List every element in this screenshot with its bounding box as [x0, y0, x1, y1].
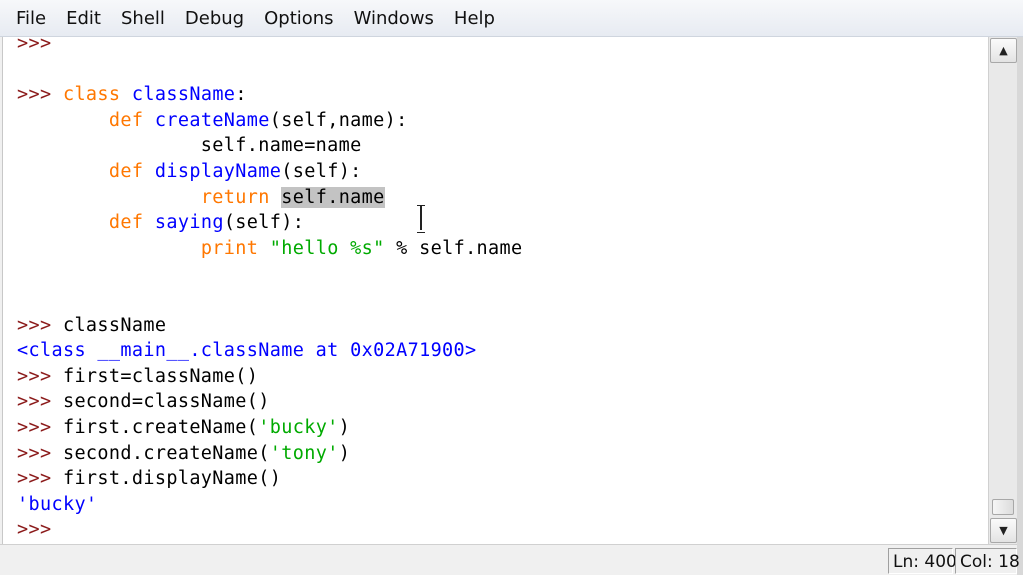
code-token: className [131, 84, 236, 106]
prompt-text: >>> [17, 314, 63, 336]
code-token: saying [154, 212, 224, 234]
menu-edit[interactable]: Edit [56, 0, 111, 37]
code-token: return [200, 186, 270, 208]
prompt-text: >>> [17, 519, 52, 541]
code-token: displayName [154, 160, 282, 182]
shell-text-area[interactable]: >>> >>> class className: def createName(… [2, 37, 988, 544]
shell-line: return self.name [17, 185, 523, 211]
prompt-text: >>> [17, 468, 63, 490]
shell-line: >>> className [17, 313, 523, 339]
shell-line: >>> [17, 517, 523, 543]
shell-line: >>> [17, 37, 523, 57]
code-token: "hello %s" [269, 237, 385, 259]
line-number: Ln: 400 [888, 548, 957, 574]
code-token: 'bucky' [258, 416, 339, 438]
menu-shell[interactable]: Shell [111, 0, 175, 37]
code-token: first=className() [62, 365, 259, 387]
shell-line: self.name=name [17, 133, 523, 159]
arrow-up-icon: ▲ [999, 44, 1008, 57]
menu-file[interactable]: File [6, 0, 56, 37]
shell-line: >>> first=className() [17, 364, 523, 390]
shell-line: >>> second=className() [17, 389, 523, 415]
prompt-text: >>> [17, 442, 63, 464]
code-token: self.name [281, 186, 385, 208]
code-token: def [108, 212, 144, 234]
shell-line: <class __main__.className at 0x02A71900> [17, 338, 523, 364]
shell-line: >>> class className: [17, 82, 523, 108]
shell-line: 'bucky' [17, 492, 523, 518]
prompt-text: >>> [17, 37, 52, 54]
column-number: Col: 18 [955, 548, 1020, 574]
code-token: % self.name [384, 237, 523, 259]
status-bar: Ln: 400 Col: 18 [0, 544, 1020, 575]
prompt-text: >>> [17, 416, 63, 438]
menu-debug[interactable]: Debug [175, 0, 254, 37]
code-token: 'bucky' [17, 493, 98, 515]
shell-line: >>> first.displayName() [17, 466, 523, 492]
shell-line: >>> second.createName('tony') [17, 441, 523, 467]
idle-shell-window: File Edit Shell Debug Options Windows He… [0, 0, 1023, 575]
prompt-text: >>> [17, 365, 63, 387]
code-token: (self): [281, 160, 362, 182]
arrow-down-icon: ▼ [999, 524, 1008, 537]
menu-bar: File Edit Shell Debug Options Windows He… [0, 0, 1023, 37]
code-token: def [108, 109, 144, 131]
code-token: : [235, 84, 247, 106]
code-token: first.createName( [62, 416, 259, 438]
code-token: 'tony' [269, 442, 339, 464]
shell-line: >>> first.createName('bucky') [17, 415, 523, 441]
code-token: first.displayName() [62, 468, 282, 490]
shell-line: def saying(self): [17, 210, 523, 236]
code-token: className [62, 314, 167, 336]
code-token: self.name=name [17, 135, 362, 157]
menu-options[interactable]: Options [254, 0, 343, 37]
code-token: second=className() [62, 391, 270, 413]
code-token: second.createName( [62, 442, 270, 464]
code-token: (self): [223, 212, 305, 234]
shell-code: >>> >>> class className: def createName(… [17, 37, 523, 543]
window-edge [1017, 37, 1023, 575]
scroll-thumb[interactable] [992, 499, 1014, 515]
prompt-text: >>> [17, 391, 63, 413]
code-token: class [62, 84, 121, 106]
prompt-text: >>> [17, 84, 63, 106]
code-token: def [108, 160, 144, 182]
scroll-up-button[interactable]: ▲ [990, 38, 1017, 63]
code-token: ) [338, 416, 351, 438]
code-token: createName [154, 109, 270, 131]
menu-help[interactable]: Help [444, 0, 505, 37]
vertical-scrollbar[interactable]: ▲ ▼ [988, 37, 1017, 544]
scroll-down-button[interactable]: ▼ [990, 518, 1017, 543]
text-cursor-icon [417, 205, 425, 233]
code-token: print [200, 237, 259, 259]
shell-line: def createName(self,name): [17, 108, 523, 134]
shell-line: def displayName(self): [17, 159, 523, 185]
code-token: (self,name): [269, 109, 408, 131]
menu-windows[interactable]: Windows [344, 0, 444, 37]
code-token: ) [338, 442, 351, 464]
shell-line: print "hello %s" % self.name [17, 236, 523, 262]
code-token: <class __main__.className at 0x02A71900> [17, 340, 477, 362]
